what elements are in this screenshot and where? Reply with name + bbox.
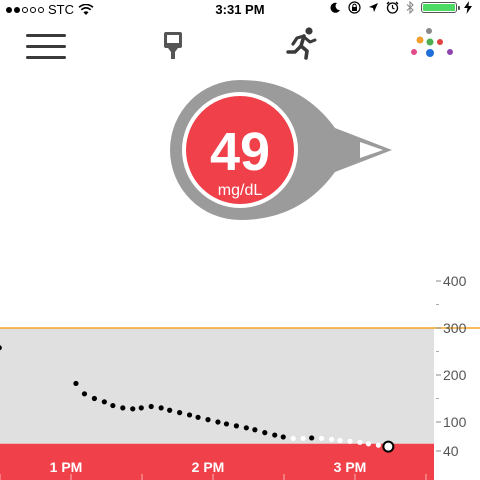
data-point: [309, 435, 315, 441]
data-point: [120, 405, 126, 411]
data-point: [375, 442, 381, 448]
glucose-chart[interactable]: 400 300 200 100 40 1 PM 2 PM 3 PM: [0, 260, 480, 480]
colored-dots-icon[interactable]: [400, 26, 464, 62]
x-tick-label: 2 PM: [192, 459, 225, 475]
data-point: [357, 439, 363, 445]
alarm-icon: [386, 1, 399, 14]
location-arrow-icon: [369, 3, 378, 12]
glucose-reading-bubble: 49 mg/dL: [170, 80, 392, 220]
data-point: [73, 380, 79, 387]
data-point: [110, 402, 116, 409]
glucose-unit: mg/dL: [218, 182, 263, 199]
rotation-lock-icon: [348, 1, 361, 14]
status-right: [329, 1, 472, 14]
data-point: [272, 432, 278, 438]
data-point: [328, 436, 335, 442]
data-point: [280, 434, 286, 440]
data-point: [252, 427, 258, 433]
data-point: [215, 419, 221, 425]
data-point: [158, 405, 164, 411]
glucose-meter-icon[interactable]: [158, 28, 188, 60]
data-point: [365, 441, 372, 447]
data-point: [177, 410, 183, 416]
runner-icon[interactable]: [282, 26, 322, 60]
data-point: [148, 403, 154, 410]
bluetooth-icon: [406, 1, 414, 14]
data-point: [205, 417, 211, 423]
current-point-marker: [382, 440, 395, 453]
data-point: [195, 414, 201, 420]
data-point: [262, 430, 268, 436]
data-point: [337, 437, 343, 443]
status-bar: STC 3:31 PM: [0, 0, 480, 20]
glucose-value: 49: [210, 122, 270, 182]
data-point: [167, 407, 173, 413]
moon-icon: [330, 2, 340, 13]
y-tick-label: 400: [443, 273, 467, 289]
y-tick-label: 40: [443, 443, 459, 459]
data-point: [243, 425, 249, 431]
x-tick-label: 3 PM: [334, 459, 367, 475]
data-point: [233, 423, 239, 429]
menu-icon[interactable]: [26, 30, 68, 60]
data-point: [319, 435, 325, 442]
data-point: [101, 399, 107, 405]
data-point: [81, 391, 88, 397]
data-point: [138, 405, 144, 411]
y-tick-label: 200: [443, 367, 467, 383]
in-range-band: [0, 328, 434, 444]
data-point: [347, 438, 353, 444]
toolbar: [0, 24, 480, 64]
data-point: [290, 435, 296, 442]
data-point: [130, 406, 136, 412]
data-point: [300, 435, 306, 442]
battery-icon: [421, 2, 460, 13]
data-point: [186, 412, 193, 418]
charging-icon: [464, 1, 472, 14]
y-tick-label: 300: [443, 320, 467, 336]
x-tick-label: 1 PM: [50, 459, 83, 475]
y-tick-label: 100: [443, 414, 467, 430]
data-point: [91, 395, 97, 402]
data-point: [223, 421, 230, 427]
